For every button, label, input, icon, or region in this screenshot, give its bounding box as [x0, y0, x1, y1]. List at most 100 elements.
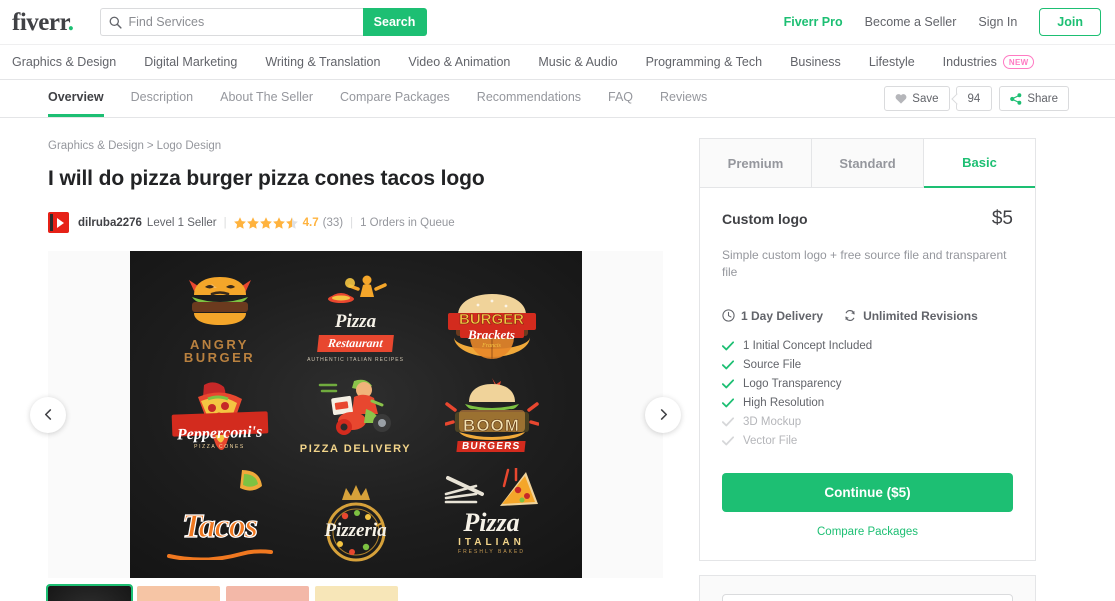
tab-overview[interactable]: Overview: [48, 80, 104, 117]
search-input[interactable]: [128, 15, 355, 29]
seller-name[interactable]: dilruba2276: [78, 217, 142, 229]
logo-text-line1: Pizza: [463, 508, 520, 538]
fiverr-logo[interactable]: fiverr.: [12, 10, 74, 35]
feature-item: Logo Transparency: [722, 378, 1013, 390]
search-button[interactable]: Search: [362, 8, 427, 36]
header-nav: Fiverr Pro Become a Seller Sign In Join: [784, 8, 1101, 36]
gig-gallery: ANGRY BURGER Pizza Restaurant AUTHENTIC …: [30, 251, 681, 579]
share-icon: [1010, 92, 1022, 105]
tab-recommendations[interactable]: Recommendations: [477, 80, 581, 117]
package-tab-basic[interactable]: Basic: [924, 139, 1035, 188]
new-badge: NEW: [1002, 55, 1035, 69]
logo-text-line1: BOOM: [463, 415, 520, 435]
thumbnail-3[interactable]: [226, 586, 309, 601]
tab-faq[interactable]: FAQ: [608, 80, 633, 117]
revisions-label: Unlimited Revisions: [863, 308, 978, 323]
breadcrumb-separator: >: [146, 140, 154, 152]
search-bar: Search: [99, 8, 427, 36]
feature-label: 1 Initial Concept Included: [743, 339, 873, 352]
package-tab-premium[interactable]: Premium: [700, 139, 812, 188]
seller-info-row: dilruba2276 Level 1 Seller | 4.7 (33) | …: [48, 212, 663, 234]
category-business[interactable]: Business: [790, 55, 841, 69]
category-lifestyle[interactable]: Lifestyle: [869, 55, 915, 69]
category-label: Programming & Tech: [645, 55, 763, 69]
chevron-right-icon: [660, 409, 667, 421]
package-tab-standard[interactable]: Standard: [812, 139, 924, 188]
contact-seller-button[interactable]: Contact Seller: [722, 593, 1013, 601]
breadcrumb-parent[interactable]: Graphics & Design: [48, 140, 144, 152]
feature-item: Source File: [722, 359, 1013, 371]
category-graphics-design[interactable]: Graphics & Design: [12, 55, 116, 69]
logo-text-line1: Pizzeria: [324, 519, 387, 541]
page-title: I will do pizza burger pizza cones tacos…: [48, 167, 485, 190]
logo-pizza-italian: Pizza ITALIAN FRESHLY BAKED: [424, 463, 560, 560]
delivery-time: 1 Day Delivery: [722, 309, 823, 323]
feature-item: High Resolution: [722, 397, 1013, 409]
separator: |: [350, 216, 354, 229]
feature-label: 3D Mockup: [743, 415, 802, 428]
avatar[interactable]: [48, 212, 69, 234]
gallery-slide[interactable]: ANGRY BURGER Pizza Restaurant AUTHENTIC …: [129, 251, 582, 579]
join-button[interactable]: Join: [1039, 8, 1101, 36]
breadcrumb: Graphics & Design > Logo Design: [48, 140, 663, 152]
header-link-sign-in[interactable]: Sign In: [978, 15, 1017, 29]
orders-in-queue: 1 Orders in Queue: [360, 216, 455, 229]
gig-sidebar: Premium Standard Basic Custom logo $5 Si…: [699, 118, 1036, 601]
category-label: Graphics & Design: [12, 55, 117, 69]
header-link-become-a-seller[interactable]: Become a Seller: [865, 15, 957, 29]
star-icon: [272, 217, 285, 229]
rating-count: (33): [322, 216, 344, 229]
seller-level: Level 1 Seller: [146, 216, 217, 229]
logo-dot: .: [67, 8, 74, 36]
package-meta: 1 Day Delivery Unlimited Revisions: [722, 309, 1013, 323]
thumbnail-1[interactable]: [46, 584, 133, 601]
star-icon: [233, 217, 246, 229]
package-tabs: Premium Standard Basic: [700, 139, 1035, 188]
logo-text-line1: BURGER: [458, 310, 525, 329]
gallery-prev-button[interactable]: [30, 396, 66, 433]
save-button[interactable]: Save: [884, 86, 950, 111]
category-music-audio[interactable]: Music & Audio: [538, 55, 617, 69]
category-video-animation[interactable]: Video & Animation: [408, 55, 510, 69]
logo-pizza-delivery: PIZZA DELIVERY: [288, 366, 424, 463]
search-icon: [109, 16, 122, 29]
logo-text-line1: PIZZA DELIVERY: [299, 442, 412, 455]
tab-reviews[interactable]: Reviews: [660, 80, 707, 117]
feature-item-disabled: 3D Mockup: [722, 416, 1013, 428]
category-programming-tech[interactable]: Programming & Tech: [646, 55, 763, 69]
category-industries[interactable]: Industries NEW: [943, 55, 1035, 69]
gallery-thumbnails: [46, 584, 663, 601]
delivery-label: 1 Day Delivery: [741, 308, 824, 323]
pizza-chef-icon: [327, 275, 387, 303]
category-label: Lifestyle: [868, 55, 915, 69]
logo-text-line2: PIZZA CONES: [194, 444, 245, 451]
category-digital-marketing[interactable]: Digital Marketing: [144, 55, 237, 69]
logo-pizzeria: Pizzeria: [288, 463, 424, 562]
compare-packages-link[interactable]: Compare Packages: [722, 526, 1013, 538]
check-icon: [722, 360, 734, 370]
tab-about-the-seller[interactable]: About The Seller: [220, 80, 313, 117]
continue-button[interactable]: Continue ($5): [722, 472, 1013, 512]
rating-value: 4.7: [302, 216, 319, 229]
gig-actions: Save 94 Share: [884, 80, 1069, 117]
logo-tacos: Tacos: [152, 463, 288, 560]
thumbnail-4[interactable]: [315, 586, 398, 601]
gallery-next-button[interactable]: [645, 396, 681, 433]
category-label: Video & Animation: [408, 55, 511, 69]
logo-text-line2: BURGER: [183, 350, 256, 366]
breadcrumb-current[interactable]: Logo Design: [157, 140, 222, 152]
search-box[interactable]: [99, 8, 363, 36]
thumbnail-2[interactable]: [137, 586, 220, 601]
tab-compare-packages[interactable]: Compare Packages: [340, 80, 450, 117]
category-writing-translation[interactable]: Writing & Translation: [265, 55, 380, 69]
logo-boom-burgers: BOOM BURGERS: [424, 366, 560, 463]
share-button[interactable]: Share: [999, 86, 1069, 111]
check-icon: [722, 417, 734, 427]
logo-text-line2: ITALIAN: [458, 537, 525, 549]
header-link-fiverr-pro[interactable]: Fiverr Pro: [784, 15, 843, 29]
check-icon: [722, 436, 734, 446]
clock-icon: [722, 309, 735, 322]
logo-text-line3: FRESHLY BAKED: [458, 549, 525, 556]
logo-text-line1: Pizza: [334, 310, 377, 332]
tab-description[interactable]: Description: [131, 80, 194, 117]
